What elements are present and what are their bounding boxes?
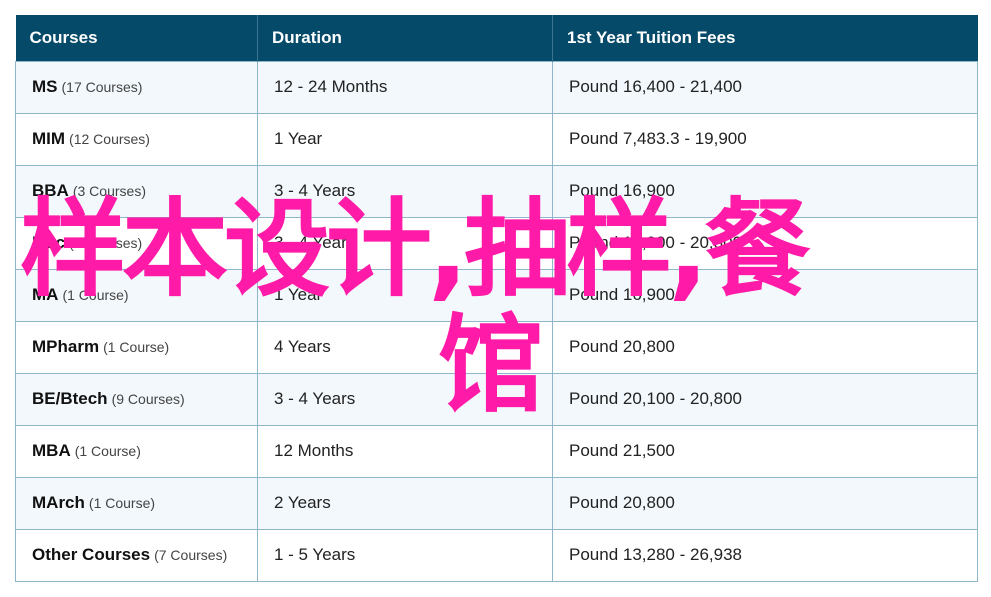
course-name: MS (32, 77, 58, 96)
table-row: MA (1 Course) 1 Year Pound 16,900 (15, 268, 978, 322)
course-count: (1 Course) (62, 287, 129, 303)
fee-cell: Pound 13,280 - 26,938 (552, 528, 978, 582)
table-row: MPharm (1 Course) 4 Years Pound 20,800 (15, 320, 978, 374)
table-row: MS (17 Courses) 12 - 24 Months Pound 16,400… (15, 60, 978, 114)
course-name: MPharm (32, 337, 100, 356)
courses-table: Courses Duration 1st Year Tuition Fees M… (15, 15, 978, 582)
duration-cell: 12 - 24 Months (257, 60, 553, 114)
duration-cell: 3 - 4 Years (257, 216, 553, 270)
fee-cell: Pound 16,400 - 21,400 (552, 60, 978, 114)
table-row: BE/Btech (9 Courses) 3 - 4 Years Pound 20,1… (15, 372, 978, 426)
course-count: (17 Courses) (61, 79, 143, 95)
course-cell: MPharm (1 Course) (15, 320, 258, 374)
table-row: MIM (12 Courses) 1 Year Pound 7,483.3 - 19,… (15, 112, 978, 166)
fee-cell: Pound 21,500 (552, 424, 978, 478)
fee-cell: Pound 20,800 (552, 476, 978, 530)
duration-cell: 2 Years (257, 476, 553, 530)
course-count: (1 Course) (88, 495, 156, 511)
header-courses: Courses (15, 15, 258, 61)
course-name: BE/Btech (32, 389, 108, 408)
table-body: MS (17 Courses) 12 - 24 Months Pound 16,400… (15, 60, 978, 582)
header-duration: Duration (257, 15, 553, 61)
duration-cell: 1 Year (257, 268, 553, 322)
course-cell: MA (1 Course) (15, 268, 258, 322)
course-name: BBA (32, 181, 69, 200)
fee-cell: Pound 20,800 (552, 320, 978, 374)
fee-cell: Pound 16,900 (552, 268, 978, 322)
course-count: (1 Course) (103, 339, 170, 355)
course-name: MIM (32, 129, 66, 148)
header-tuition-fees: 1st Year Tuition Fees (552, 15, 978, 61)
course-name: BSc (32, 233, 66, 252)
table-row: MArch (1 Course) 2 Years Pound 20,800 (15, 476, 978, 530)
course-name: MBA (32, 441, 71, 460)
fee-cell: Pound 20,100 - 20,800 (552, 372, 978, 426)
table-header-row: Courses Duration 1st Year Tuition Fees (15, 15, 978, 61)
course-count: (4 Courses) (69, 235, 143, 251)
course-cell: MIM (12 Courses) (15, 112, 258, 166)
course-cell: Other Courses (7 Courses) (15, 528, 258, 582)
table-row: MBA (1 Course) 12 Months Pound 21,500 (15, 424, 978, 478)
duration-cell: 3 - 4 Years (257, 164, 553, 218)
course-count: (7 Courses) (154, 547, 228, 563)
course-name: MA (32, 285, 59, 304)
table-row: BBA (3 Courses) 3 - 4 Years Pound 16,900 (15, 164, 978, 218)
duration-cell: 4 Years (257, 320, 553, 374)
course-name: Other Courses (32, 545, 151, 564)
duration-cell: 12 Months (257, 424, 553, 478)
course-cell: MS (17 Courses) (15, 60, 258, 114)
duration-cell: 1 - 5 Years (257, 528, 553, 582)
table-row: Other Courses (7 Courses) 1 - 5 Years Pound… (15, 528, 978, 582)
course-count: (1 Course) (74, 443, 141, 459)
course-cell: MArch (1 Course) (15, 476, 258, 530)
course-cell: BBA (3 Courses) (15, 164, 258, 218)
course-count: (12 Courses) (69, 131, 150, 147)
fee-cell: Pound 16,900 - 20,800 (552, 216, 978, 270)
course-count: (9 Courses) (111, 391, 185, 407)
fee-cell: Pound 7,483.3 - 19,900 (552, 112, 978, 166)
duration-cell: 3 - 4 Years (257, 372, 553, 426)
course-cell: MBA (1 Course) (15, 424, 258, 478)
duration-cell: 1 Year (257, 112, 553, 166)
table-row: BSc (4 Courses) 3 - 4 Years Pound 16,900 - … (15, 216, 978, 270)
course-count: (3 Courses) (72, 183, 146, 199)
fee-cell: Pound 16,900 (552, 164, 978, 218)
course-name: MArch (32, 493, 85, 512)
course-cell: BSc (4 Courses) (15, 216, 258, 270)
course-cell: BE/Btech (9 Courses) (15, 372, 258, 426)
